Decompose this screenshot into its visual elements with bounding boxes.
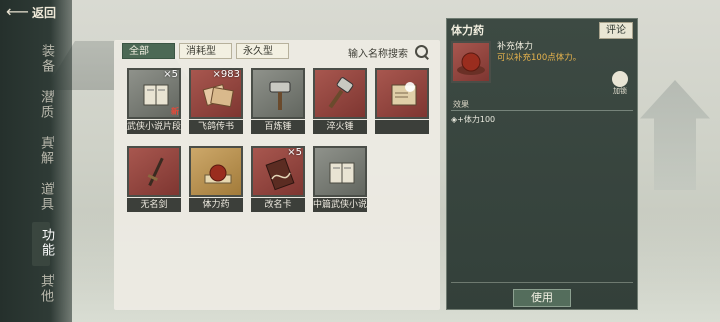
tab-all[interactable]: 全部 [122, 43, 175, 59]
item-frame [251, 68, 305, 119]
pill-icon [457, 52, 485, 75]
item-name: 体力药 [189, 198, 243, 212]
item-count: ×983 [212, 69, 240, 80]
lock-button[interactable]: 加锁 [609, 71, 631, 96]
left-nav: ⟵ 返回 装备 潜质 真解 道具 功能 其他 [0, 0, 72, 322]
effect-section-label: 效果 [453, 100, 469, 109]
item-slot[interactable]: 体力药 [189, 146, 243, 212]
effect-text: ◈+体力100 [451, 115, 496, 124]
detail-description: 可以补充100点体力。 [497, 53, 582, 63]
tab-permanent[interactable]: 永久型 [236, 43, 289, 59]
hammer-icon [269, 81, 291, 110]
lock-label: 加锁 [613, 87, 627, 95]
new-badge: 新 [171, 107, 179, 116]
item-slot[interactable]: 中篇武侠小说 [313, 146, 367, 212]
detail-title: 体力药 [451, 24, 484, 37]
comment-button[interactable]: 评论 [599, 22, 633, 39]
book-icon [143, 84, 169, 106]
nav-item-other[interactable]: 其他 [28, 274, 54, 304]
detail-item-image [451, 41, 491, 83]
item-slot[interactable]: ×5 改名卡 [251, 146, 305, 212]
background-pavilion [640, 80, 710, 190]
item-slot[interactable]: 百炼锤 [251, 68, 305, 134]
nav-item-label: 其他 [38, 274, 53, 304]
item-name: 中篇武侠小说 [313, 198, 367, 212]
lock-icon [612, 71, 628, 87]
item-frame [189, 146, 243, 197]
item-slot[interactable]: ×983 飞鸽传书 [189, 68, 243, 134]
nav-item-label: 功能 [39, 228, 54, 258]
item-slot[interactable]: 淬火锤 [313, 68, 367, 134]
tab-consumable[interactable]: 消耗型 [179, 43, 232, 59]
item-slot[interactable]: ×5 新 武侠小说片段 [127, 68, 181, 134]
scroll-icon [391, 82, 417, 106]
item-name: 武侠小说片段 [127, 120, 181, 134]
back-arrow-icon: ⟵ [6, 2, 29, 21]
inventory-tabs: 全部 消耗型 永久型 [122, 43, 289, 59]
nav-item-label: 真解 [38, 136, 53, 166]
item-count: ×5 [287, 147, 302, 158]
item-name: 改名卡 [251, 198, 305, 212]
item-frame [313, 68, 367, 119]
letter-icon [202, 84, 234, 108]
item-name [375, 120, 429, 134]
nav-item-label: 道具 [38, 182, 53, 212]
nav-item-potential[interactable]: 潜质 [28, 90, 54, 120]
book-icon [329, 162, 355, 184]
item-name: 无名剑 [127, 198, 181, 212]
nav-item-true-solution[interactable]: 真解 [28, 136, 54, 166]
divider [451, 282, 633, 283]
nav-item-label: 装备 [39, 44, 54, 74]
item-name: 百炼锤 [251, 120, 305, 134]
hammer-icon [328, 77, 354, 109]
item-slot[interactable]: 无名剑 [127, 146, 181, 212]
search-box[interactable]: 输入名称搜索 [348, 42, 438, 62]
item-name: 淬火锤 [313, 120, 367, 134]
search-input[interactable]: 输入名称搜索 [348, 45, 414, 60]
nav-item-props[interactable]: 道具 [28, 182, 54, 212]
item-frame [375, 68, 429, 119]
back-button[interactable]: ⟵ 返回 [6, 3, 56, 21]
search-icon[interactable] [414, 44, 430, 60]
pill-icon [204, 164, 232, 184]
nav-item-function[interactable]: 功能 [28, 228, 54, 258]
divider [451, 110, 633, 111]
back-label: 返回 [32, 5, 57, 20]
nav-item-label: 潜质 [38, 90, 53, 120]
item-frame [313, 146, 367, 197]
item-slot[interactable] [375, 68, 429, 134]
item-name: 飞鸽传书 [189, 120, 243, 134]
effect-value: +体力100 [457, 115, 496, 124]
item-frame [127, 146, 181, 197]
use-button[interactable]: 使用 [513, 289, 571, 307]
item-detail-panel: 体力药 评论 补充体力 可以补充100点体力。 加锁 效果 ◈+体力100 使用 [446, 18, 638, 310]
card-icon [265, 157, 295, 191]
nav-item-equipment[interactable]: 装备 [28, 44, 54, 74]
inventory-panel: 全部 消耗型 永久型 输入名称搜索 ×5 新 武侠小说片段 ×983 飞鸽传书 [114, 40, 440, 310]
sword-icon [147, 157, 164, 187]
item-count: ×5 [163, 69, 178, 80]
